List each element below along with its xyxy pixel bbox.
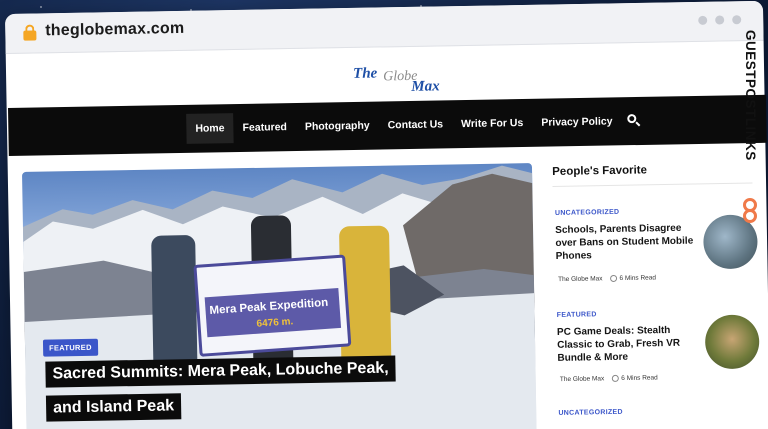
article-card[interactable]: UNCATEGORIZED bbox=[556, 406, 766, 417]
clock-icon bbox=[610, 274, 618, 282]
sidebar: People's Favorite UNCATEGORIZED Schools,… bbox=[552, 156, 767, 429]
chain-link-icon bbox=[743, 198, 757, 224]
article-card[interactable]: UNCATEGORIZED Schools, Parents Disagree … bbox=[553, 206, 763, 283]
site-logo[interactable]: The Globe Max bbox=[353, 64, 446, 100]
nav-contact-us[interactable]: Contact Us bbox=[378, 109, 452, 140]
search-icon[interactable] bbox=[627, 114, 641, 128]
nav-privacy-policy[interactable]: Privacy Policy bbox=[532, 106, 622, 138]
article-card[interactable]: FEATURED PC Game Deals: Stealth Classic … bbox=[555, 308, 765, 383]
url-text[interactable]: theglobemax.com bbox=[45, 20, 184, 40]
article-read-time: 6 Mins Read bbox=[621, 374, 658, 383]
article-thumbnail[interactable] bbox=[704, 314, 760, 370]
logo-word: The bbox=[352, 65, 378, 82]
window-dot-icon[interactable] bbox=[698, 15, 708, 25]
article-category[interactable]: UNCATEGORIZED bbox=[558, 409, 623, 417]
article-read-time: 6 Mins Read bbox=[619, 274, 657, 283]
hero-title-line[interactable]: and Island Peak bbox=[45, 393, 182, 422]
nav-write-for-us[interactable]: Write For Us bbox=[452, 108, 533, 139]
article-title[interactable]: PC Game Deals: Stealth Classic to Grab, … bbox=[557, 323, 698, 364]
category-badge[interactable]: FEATURED bbox=[42, 338, 98, 357]
article-title[interactable]: Schools, Parents Disagree over Bans on S… bbox=[555, 222, 696, 263]
clock-icon bbox=[612, 374, 620, 382]
article-category[interactable]: FEATURED bbox=[557, 311, 597, 319]
article-category[interactable]: UNCATEGORIZED bbox=[555, 209, 620, 217]
article-author[interactable]: The Globe Max bbox=[560, 375, 605, 383]
climber-figure bbox=[151, 234, 198, 376]
window-dot-icon[interactable] bbox=[715, 15, 725, 25]
logo-word: Max bbox=[411, 78, 440, 95]
nav-featured[interactable]: Featured bbox=[233, 112, 296, 143]
lock-icon bbox=[23, 24, 37, 41]
nav-photography[interactable]: Photography bbox=[296, 111, 379, 142]
expedition-banner: Mera Peak Expedition 6476 m. bbox=[193, 254, 352, 357]
watermark-text: GUESTPOSTLINKS bbox=[743, 30, 758, 161]
window-dot-icon[interactable] bbox=[732, 15, 742, 25]
watermark-rail: GUESTPOSTLINKS bbox=[738, 30, 764, 230]
article-meta: The Globe Max 6 Mins Read bbox=[558, 274, 656, 283]
divider bbox=[552, 182, 753, 187]
nav-home[interactable]: Home bbox=[186, 113, 234, 144]
hero-article[interactable]: Mera Peak Expedition 6476 m. FEATURED Sa… bbox=[22, 163, 537, 429]
article-author[interactable]: The Globe Max bbox=[558, 275, 603, 283]
article-meta: The Globe Max 6 Mins Read bbox=[560, 374, 658, 383]
window-controls bbox=[698, 15, 742, 25]
sidebar-title: People's Favorite bbox=[552, 164, 648, 178]
